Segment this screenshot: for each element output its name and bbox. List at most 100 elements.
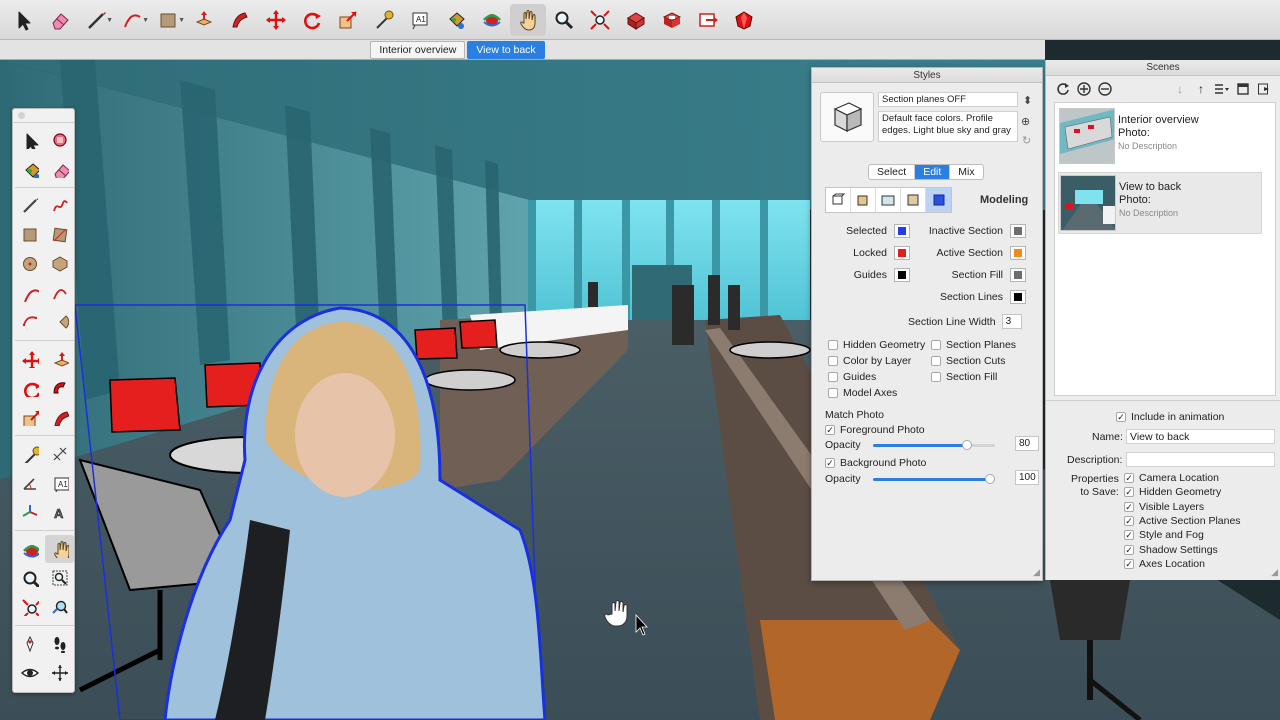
scenes-menu-icon[interactable] — [1255, 80, 1273, 98]
property-hidden-geometry-checkbox[interactable]: ✓ — [1124, 487, 1134, 498]
scene-name-input[interactable]: View to back — [1126, 429, 1275, 444]
foreground-opacity-slider[interactable] — [872, 439, 995, 450]
extension-manager-button[interactable] — [726, 4, 762, 36]
scene-item-view-to-back[interactable]: View to back Photo: No Description — [1058, 172, 1262, 234]
push-pull-tool-button[interactable] — [45, 345, 74, 373]
include-in-animation-checkbox[interactable]: ✓ — [1116, 412, 1126, 422]
dropdown-arrow-icon[interactable]: ▼ — [142, 17, 149, 24]
text-tool-button[interactable]: A1 — [45, 469, 74, 497]
modeling-settings-button[interactable] — [926, 188, 951, 212]
dropdown-arrow-icon[interactable]: ▼ — [106, 17, 113, 24]
pie-tool-button[interactable] — [45, 308, 74, 336]
section-planes-checkbox[interactable] — [931, 340, 941, 350]
line-tool-button[interactable] — [15, 192, 44, 220]
circle-tool-button[interactable] — [15, 250, 44, 278]
tape-measure-tool-button[interactable] — [366, 4, 402, 36]
push-pull-tool-button[interactable] — [186, 4, 222, 36]
axes-tool-button[interactable] — [15, 498, 44, 526]
zoom-extents-tool-button[interactable] — [15, 593, 44, 621]
scene-item-interior-overview[interactable]: Interior overview Photo: No Description — [1058, 106, 1262, 168]
rotate-tool-button[interactable] — [15, 374, 44, 402]
follow-me-tool-button[interactable] — [45, 374, 74, 402]
component-tool-button[interactable] — [45, 126, 74, 154]
orbit-tool-button[interactable] — [15, 535, 44, 563]
scene-tab-view-to-back[interactable]: View to back — [467, 40, 545, 59]
scene-tab-interior-overview[interactable]: Interior overview — [370, 40, 466, 59]
create-style-icon[interactable]: ⊕ — [1021, 115, 1030, 128]
previous-view-tool-button[interactable] — [45, 593, 74, 621]
pan-tool-button[interactable] — [510, 3, 546, 36]
zoom-extents-tool-button[interactable] — [582, 4, 618, 36]
move-tool-button[interactable] — [258, 4, 294, 36]
polygon-tool-button[interactable] — [45, 250, 74, 278]
arc-tool-button[interactable] — [15, 279, 44, 307]
eraser-tool-button[interactable] — [45, 155, 74, 183]
select-tool-button[interactable] — [6, 4, 42, 36]
hidden-geometry-checkbox[interactable] — [828, 340, 838, 350]
foreground-photo-checkbox[interactable]: ✓ — [825, 425, 835, 435]
dimension-tool-button[interactable] — [45, 440, 74, 468]
scene-description-input[interactable] — [1126, 452, 1275, 467]
close-dot-icon[interactable] — [18, 112, 25, 119]
show-details-icon[interactable] — [1234, 80, 1252, 98]
update-style-icon[interactable]: ⬍ — [1023, 94, 1032, 107]
color-by-layer-checkbox[interactable] — [828, 356, 838, 366]
section-fill-color-swatch[interactable] — [1010, 268, 1026, 282]
property-active-section-planes-checkbox[interactable]: ✓ — [1124, 515, 1134, 526]
paint-bucket-tool-button[interactable] — [15, 155, 44, 183]
section-plane-tool-button[interactable] — [45, 659, 74, 687]
select-tool-button[interactable] — [15, 126, 44, 154]
zoom-tool-button[interactable] — [546, 4, 582, 36]
watermark-settings-button[interactable] — [901, 188, 926, 212]
3d-text-tool-button[interactable]: A — [45, 498, 74, 526]
freehand-tool-button[interactable] — [45, 192, 74, 220]
style-description-field[interactable]: Default face colors. Profile edges. Ligh… — [878, 111, 1018, 142]
property-axes-location-checkbox[interactable]: ✓ — [1124, 558, 1134, 569]
dropdown-arrow-icon[interactable]: ▼ — [178, 17, 185, 24]
style-name-field[interactable]: Section planes OFF — [878, 92, 1018, 107]
three-point-arc-tool-button[interactable] — [15, 308, 44, 336]
background-opacity-input[interactable]: 100 — [1015, 470, 1039, 485]
property-style-and-fog-checkbox[interactable]: ✓ — [1124, 530, 1134, 541]
scale-tool-button[interactable] — [330, 4, 366, 36]
section-fill-checkbox[interactable] — [931, 372, 941, 382]
resize-grip-icon[interactable]: ◢ — [1271, 567, 1278, 578]
3d-warehouse-button[interactable] — [618, 4, 654, 36]
background-settings-button[interactable] — [876, 188, 901, 212]
section-cuts-checkbox[interactable] — [931, 356, 941, 366]
move-scene-down-icon[interactable]: ↓ — [1171, 80, 1189, 98]
resize-grip-icon[interactable]: ◢ — [1033, 567, 1040, 578]
move-scene-up-icon[interactable]: ↑ — [1192, 80, 1210, 98]
paint-bucket-tool-button[interactable] — [438, 4, 474, 36]
layout-send-button[interactable] — [690, 4, 726, 36]
active-section-color-swatch[interactable] — [1010, 246, 1026, 260]
section-lines-color-swatch[interactable] — [1010, 290, 1026, 304]
extension-warehouse-button[interactable] — [654, 4, 690, 36]
edge-settings-button[interactable] — [826, 188, 851, 212]
locked-color-swatch[interactable] — [894, 246, 910, 260]
property-camera-location-checkbox[interactable]: ✓ — [1124, 473, 1134, 483]
rectangle-tool-button[interactable] — [15, 221, 44, 249]
model-axes-checkbox[interactable] — [828, 388, 838, 398]
look-around-tool-button[interactable] — [15, 659, 44, 687]
scale-tool-button[interactable] — [15, 403, 44, 431]
refresh-style-icon[interactable]: ↻ — [1022, 134, 1031, 147]
background-opacity-knob[interactable] — [984, 473, 995, 484]
background-opacity-slider[interactable] — [872, 473, 995, 484]
arc-tool-button[interactable]: ▼ — [114, 4, 150, 36]
selected-color-swatch[interactable] — [894, 224, 910, 238]
shapes-tool-button[interactable]: ▼ — [150, 4, 186, 36]
zoom-window-tool-button[interactable] — [45, 564, 74, 592]
rotate-tool-button[interactable] — [294, 4, 330, 36]
text-tool-button[interactable]: A1 — [402, 4, 438, 36]
offset-tool-button[interactable] — [222, 4, 258, 36]
position-camera-tool-button[interactable] — [15, 630, 44, 658]
remove-scene-icon[interactable] — [1096, 80, 1114, 98]
style-thumbnail[interactable] — [820, 92, 874, 142]
walk-tool-button[interactable] — [45, 630, 74, 658]
move-tool-button[interactable] — [15, 345, 44, 373]
guides-checkbox[interactable] — [828, 372, 838, 382]
pencil-line-tool-button[interactable]: ▼ — [78, 4, 114, 36]
update-scene-icon[interactable] — [1054, 80, 1072, 98]
tab-select[interactable]: Select — [869, 165, 916, 179]
